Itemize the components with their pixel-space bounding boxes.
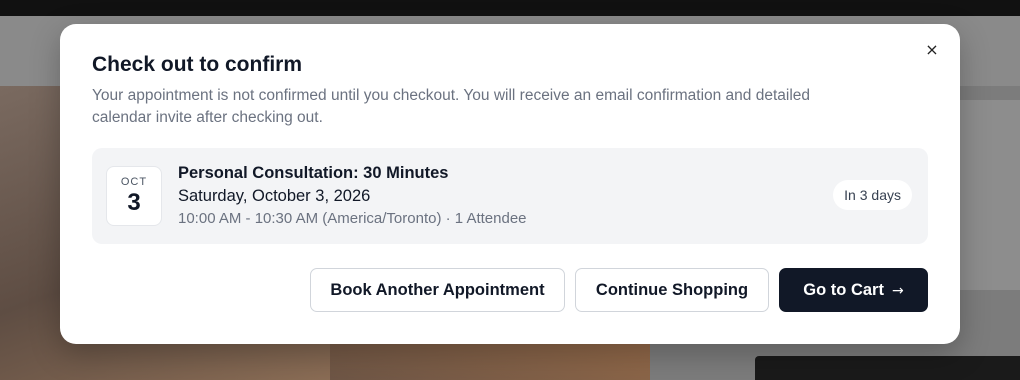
go-to-cart-button[interactable]: Go to Cart → <box>779 268 928 312</box>
date-tile: OCT 3 <box>106 166 162 226</box>
book-another-appointment-button[interactable]: Book Another Appointment <box>310 268 565 312</box>
background-announcement-bar <box>0 0 1020 16</box>
date-month: OCT <box>120 176 148 188</box>
appointment-card: OCT 3 Personal Consultation: 30 Minutes … <box>92 148 928 244</box>
continue-shopping-label: Continue Shopping <box>595 281 749 299</box>
appointment-date: Saturday, October 3, 2026 <box>178 187 371 205</box>
close-icon[interactable]: × <box>922 40 942 60</box>
modal-description: Your appointment is not confirmed until … <box>92 87 811 126</box>
modal-title: Check out to confirm <box>92 53 303 76</box>
arrow-right-icon: → <box>891 283 904 299</box>
time-until-badge: In 3 days <box>833 180 912 210</box>
checkout-confirm-modal: × Check out to confirm Your appointment … <box>60 24 960 344</box>
background-side-block <box>960 100 1020 290</box>
book-another-label: Book Another Appointment <box>330 281 545 299</box>
date-day: 3 <box>127 189 141 216</box>
appointment-details: 10:00 AM - 10:30 AM (America/Toronto) · … <box>178 210 527 227</box>
go-to-cart-label: Go to Cart <box>803 281 884 299</box>
appointment-title: Personal Consultation: 30 Minutes <box>178 164 449 182</box>
background-button <box>755 356 1020 380</box>
continue-shopping-button[interactable]: Continue Shopping <box>575 268 769 312</box>
